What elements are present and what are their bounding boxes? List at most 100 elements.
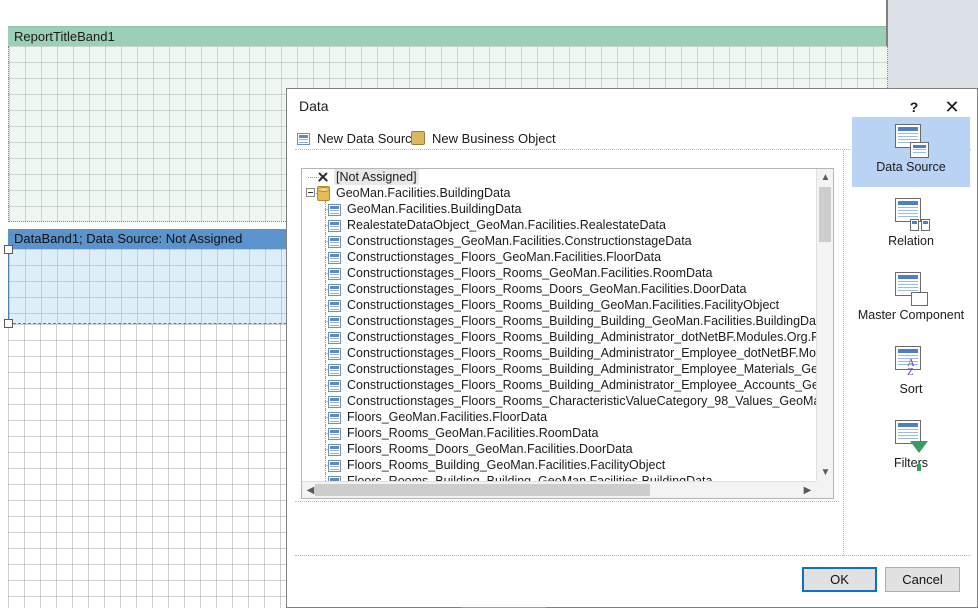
scrollbar-corner [816, 481, 833, 498]
table-icon [328, 251, 341, 264]
tree-item[interactable]: RealestateDataObject_GeoMan.Facilities.R… [302, 217, 816, 233]
tree-item-label: Constructionstages_Floors_Rooms_Building… [347, 314, 816, 328]
tree-item[interactable]: Constructionstages_Floors_Rooms_GeoMan.F… [302, 265, 816, 281]
horizontal-scroll-thumb[interactable] [315, 484, 650, 496]
tree-vertical-scrollbar[interactable]: ▲ ▼ [816, 169, 833, 481]
mode-item-data-source[interactable]: Data Source [852, 117, 970, 187]
screen: ReportTitleBand1 DataBand1; Data Source:… [0, 0, 978, 608]
mode-item-master-component[interactable]: Master Component [852, 265, 970, 335]
tree-item-label: Constructionstages_Floors_Rooms_Building… [347, 298, 780, 312]
scroll-down-icon[interactable]: ▼ [817, 464, 833, 481]
tree-item[interactable]: Constructionstages_GeoMan.Facilities.Con… [302, 233, 816, 249]
relation-icon [891, 198, 931, 232]
tree-item-label: Floors_Rooms_Building_GeoMan.Facilities.… [347, 458, 666, 472]
tree-item[interactable]: Floors_Rooms_Doors_GeoMan.Facilities.Doo… [302, 441, 816, 457]
table-icon [328, 379, 341, 392]
new-business-object-button[interactable]: New Business Object [411, 127, 556, 149]
tree-item[interactable]: Constructionstages_Floors_Rooms_Building… [302, 377, 816, 393]
data-band-resize-handle-bottom[interactable] [4, 319, 13, 328]
tree-item-label: [Not Assigned] [334, 169, 419, 185]
tree-item-label: Constructionstages_Floors_Rooms_GeoMan.F… [347, 266, 713, 280]
table-icon [328, 219, 341, 232]
tree-item[interactable]: Constructionstages_Floors_Rooms_Doors_Ge… [302, 281, 816, 297]
sort-az-icon: AZ [891, 346, 931, 380]
business-object-icon [411, 131, 425, 145]
filter-funnel-icon [891, 420, 931, 471]
tree-connector-line [325, 473, 326, 481]
cancel-button[interactable]: Cancel [885, 567, 960, 592]
tree-item-label: Constructionstages_Floors_Rooms_Building… [347, 362, 816, 376]
mode-item-label: Sort [899, 382, 923, 396]
tree-item-label: Floors_Rooms_Building_Building_GeoMan.Fa… [347, 474, 713, 481]
footer-separator [295, 555, 971, 556]
data-source-icon [891, 124, 931, 158]
tree-item-label: Floors_Rooms_GeoMan.Facilities.RoomData [347, 426, 599, 440]
tree-item-label: GeoMan.Facilities.BuildingData [347, 202, 522, 216]
tree-bottom-separator [295, 501, 839, 502]
tree-item-label: Constructionstages_Floors_Rooms_Building… [347, 330, 816, 344]
mode-item-label: Master Component [857, 308, 965, 322]
tree-item[interactable]: Constructionstages_Floors_Rooms_Building… [302, 297, 816, 313]
new-data-source-label: New Data Source [317, 130, 419, 146]
table-icon [328, 299, 341, 312]
tree-item[interactable]: Floors_Rooms_Building_Building_GeoMan.Fa… [302, 473, 816, 481]
tree-item-label: Floors_GeoMan.Facilities.FloorData [347, 410, 548, 424]
tree-item[interactable]: Constructionstages_Floors_Rooms_Building… [302, 313, 816, 329]
ok-button[interactable]: OK [802, 567, 877, 592]
dialog-mode-panel[interactable]: Data Source Relation Master Component A Z Sor… [852, 117, 970, 549]
tree-horizontal-scrollbar[interactable]: ◀ ▶ [302, 481, 816, 498]
table-icon [328, 331, 341, 344]
tree-item[interactable]: Constructionstages_Floors_Rooms_Characte… [302, 393, 816, 409]
mode-item-sort[interactable]: A Z Sort [852, 339, 970, 409]
table-icon [328, 347, 341, 360]
tree-item-label: RealestateDataObject_GeoMan.Facilities.R… [347, 218, 666, 232]
data-band-resize-handle-top[interactable] [4, 245, 13, 254]
x-icon [316, 170, 330, 184]
data-sources-tree-list[interactable]: [Not Assigned] GeoMan.Facilities.Building… [302, 169, 816, 481]
tree-item[interactable]: GeoMan.Facilities.BuildingData [302, 201, 816, 217]
tree-item-label: Constructionstages_Floors_GeoMan.Facilit… [347, 250, 662, 264]
table-icon [328, 363, 341, 376]
mode-item-relation[interactable]: Relation [852, 191, 970, 261]
table-icon [328, 283, 341, 296]
table-icon [328, 459, 341, 472]
tree-item[interactable]: [Not Assigned] [302, 169, 816, 185]
data-sources-tree[interactable]: [Not Assigned] GeoMan.Facilities.Building… [301, 168, 834, 499]
tree-item[interactable]: Floors_Rooms_Building_GeoMan.Facilities.… [302, 457, 816, 473]
tree-item-label: Constructionstages_Floors_Rooms_Characte… [347, 394, 816, 408]
tree-item[interactable]: Constructionstages_Floors_GeoMan.Facilit… [302, 249, 816, 265]
tree-item[interactable]: GeoMan.Facilities.BuildingData [302, 185, 816, 201]
tree-item[interactable]: Constructionstages_Floors_Rooms_Building… [302, 329, 816, 345]
vertical-scroll-thumb[interactable] [819, 187, 831, 242]
table-icon [328, 427, 341, 440]
new-data-source-button[interactable]: New Data Source [297, 127, 419, 149]
scroll-right-icon[interactable]: ▶ [799, 482, 816, 498]
tree-item[interactable]: Floors_Rooms_GeoMan.Facilities.RoomData [302, 425, 816, 441]
tree-item[interactable]: Floors_GeoMan.Facilities.FloorData [302, 409, 816, 425]
table-icon [328, 443, 341, 456]
mode-item-filters[interactable]: Filters [852, 413, 970, 483]
tree-item[interactable]: Constructionstages_Floors_Rooms_Building… [302, 345, 816, 361]
mode-item-label: Data Source [876, 160, 946, 174]
dialog-title: Data [299, 98, 329, 114]
mode-item-label: Relation [888, 234, 934, 248]
panel-separator [843, 151, 844, 556]
master-component-icon [891, 272, 931, 306]
tree-item-label: GeoMan.Facilities.BuildingData [336, 186, 511, 200]
tree-item-label: Constructionstages_Floors_Rooms_Doors_Ge… [347, 282, 747, 296]
tree-item[interactable]: Constructionstages_Floors_Rooms_Building… [302, 361, 816, 377]
new-business-object-label: New Business Object [432, 130, 556, 146]
tree-item-label: Constructionstages_Floors_Rooms_Building… [347, 346, 816, 360]
table-icon [328, 267, 341, 280]
mode-item-label: Filters [893, 456, 929, 470]
data-source-icon [297, 132, 310, 145]
tree-item-label: Constructionstages_GeoMan.Facilities.Con… [347, 234, 692, 248]
report-title-band-header[interactable]: ReportTitleBand1 [8, 26, 886, 47]
tree-item-label: Constructionstages_Floors_Rooms_Building… [347, 378, 816, 392]
data-dialog: Data ? ✕ New Data Source New Business Ob… [286, 88, 978, 608]
scroll-up-icon[interactable]: ▲ [817, 169, 833, 186]
table-icon [328, 315, 341, 328]
table-icon [328, 203, 341, 216]
tree-expander-icon[interactable] [306, 188, 315, 197]
table-icon [328, 395, 341, 408]
